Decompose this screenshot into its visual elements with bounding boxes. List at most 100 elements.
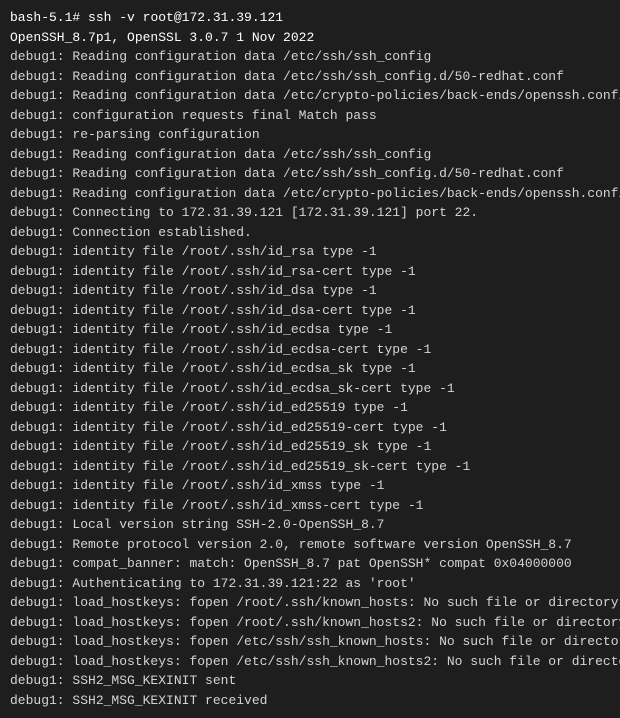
debug-prefix: debug1: bbox=[10, 225, 65, 240]
debug-prefix: debug1: bbox=[10, 576, 65, 591]
debug-line: debug1: identity file /root/.ssh/id_ecds… bbox=[10, 340, 610, 360]
debug-prefix: debug1: bbox=[10, 517, 65, 532]
debug-message: Reading configuration data /etc/crypto-p… bbox=[72, 186, 620, 201]
debug-line: debug1: identity file /root/.ssh/id_ecds… bbox=[10, 379, 610, 399]
terminal-output: bash-5.1# ssh -v root@172.31.39.121 Open… bbox=[10, 8, 610, 710]
debug-message: identity file /root/.ssh/id_dsa type -1 bbox=[72, 283, 376, 298]
debug-prefix: debug1: bbox=[10, 205, 65, 220]
debug-prefix: debug1: bbox=[10, 654, 65, 669]
debug-message: load_hostkeys: fopen /etc/ssh/ssh_known_… bbox=[72, 654, 620, 669]
debug-prefix: debug1: bbox=[10, 615, 65, 630]
debug-prefix: debug1: bbox=[10, 693, 65, 708]
debug-prefix: debug1: bbox=[10, 127, 65, 142]
debug-message: identity file /root/.ssh/id_xmss type -1 bbox=[72, 478, 384, 493]
debug-message: identity file /root/.ssh/id_dsa-cert typ… bbox=[72, 303, 415, 318]
debug-prefix: debug1: bbox=[10, 69, 65, 84]
debug-prefix: debug1: bbox=[10, 264, 65, 279]
debug-message: Reading configuration data /etc/ssh/ssh_… bbox=[72, 166, 563, 181]
debug-line: debug1: identity file /root/.ssh/id_dsa-… bbox=[10, 301, 610, 321]
debug-line: debug1: Authenticating to 172.31.39.121:… bbox=[10, 574, 610, 594]
debug-prefix: debug1: bbox=[10, 381, 65, 396]
debug-line: debug1: Reading configuration data /etc/… bbox=[10, 67, 610, 87]
debug-line: debug1: Reading configuration data /etc/… bbox=[10, 184, 610, 204]
debug-prefix: debug1: bbox=[10, 478, 65, 493]
debug-message: SSH2_MSG_KEXINIT sent bbox=[72, 673, 236, 688]
debug-message: identity file /root/.ssh/id_ecdsa type -… bbox=[72, 322, 392, 337]
debug-prefix: debug1: bbox=[10, 459, 65, 474]
debug-line: debug1: Reading configuration data /etc/… bbox=[10, 145, 610, 165]
debug-prefix: debug1: bbox=[10, 537, 65, 552]
debug-line: debug1: identity file /root/.ssh/id_ecds… bbox=[10, 359, 610, 379]
debug-message: load_hostkeys: fopen /root/.ssh/known_ho… bbox=[72, 615, 620, 630]
debug-prefix: debug1: bbox=[10, 244, 65, 259]
debug-message: load_hostkeys: fopen /root/.ssh/known_ho… bbox=[72, 595, 618, 610]
debug-line: debug1: load_hostkeys: fopen /etc/ssh/ss… bbox=[10, 652, 610, 672]
debug-message: Local version string SSH-2.0-OpenSSH_8.7 bbox=[72, 517, 384, 532]
openssh-version: OpenSSH_8.7p1, OpenSSL 3.0.7 1 Nov 2022 bbox=[10, 28, 610, 48]
debug-prefix: debug1: bbox=[10, 361, 65, 376]
debug-line: debug1: identity file /root/.ssh/id_xmss… bbox=[10, 476, 610, 496]
debug-message: SSH2_MSG_KEXINIT received bbox=[72, 693, 267, 708]
debug-prefix: debug1: bbox=[10, 556, 65, 571]
debug-message: identity file /root/.ssh/id_ed25519-cert… bbox=[72, 420, 446, 435]
debug-line: debug1: Connection established. bbox=[10, 223, 610, 243]
debug-output: debug1: Reading configuration data /etc/… bbox=[10, 47, 610, 710]
debug-message: identity file /root/.ssh/id_ecdsa-cert t… bbox=[72, 342, 431, 357]
debug-line: debug1: Remote protocol version 2.0, rem… bbox=[10, 535, 610, 555]
debug-message: Authenticating to 172.31.39.121:22 as 'r… bbox=[72, 576, 415, 591]
debug-line: debug1: identity file /root/.ssh/id_dsa … bbox=[10, 281, 610, 301]
shell-prompt: bash-5.1# bbox=[10, 10, 80, 25]
debug-line: debug1: identity file /root/.ssh/id_ed25… bbox=[10, 418, 610, 438]
debug-prefix: debug1: bbox=[10, 283, 65, 298]
debug-line: debug1: SSH2_MSG_KEXINIT received bbox=[10, 691, 610, 711]
debug-line: debug1: SSH2_MSG_KEXINIT sent bbox=[10, 671, 610, 691]
debug-prefix: debug1: bbox=[10, 88, 65, 103]
debug-prefix: debug1: bbox=[10, 400, 65, 415]
debug-message: Reading configuration data /etc/ssh/ssh_… bbox=[72, 49, 431, 64]
debug-line: debug1: identity file /root/.ssh/id_rsa … bbox=[10, 242, 610, 262]
ssh-command: ssh -v root@172.31.39.121 bbox=[88, 10, 283, 25]
debug-message: Reading configuration data /etc/ssh/ssh_… bbox=[72, 69, 563, 84]
debug-message: configuration requests final Match pass bbox=[72, 108, 376, 123]
debug-line: debug1: identity file /root/.ssh/id_ed25… bbox=[10, 437, 610, 457]
debug-message: Connecting to 172.31.39.121 [172.31.39.1… bbox=[72, 205, 478, 220]
debug-prefix: debug1: bbox=[10, 673, 65, 688]
debug-prefix: debug1: bbox=[10, 108, 65, 123]
debug-prefix: debug1: bbox=[10, 498, 65, 513]
debug-message: Connection established. bbox=[72, 225, 251, 240]
debug-line: debug1: load_hostkeys: fopen /root/.ssh/… bbox=[10, 613, 610, 633]
debug-line: debug1: Reading configuration data /etc/… bbox=[10, 86, 610, 106]
debug-line: debug1: identity file /root/.ssh/id_rsa-… bbox=[10, 262, 610, 282]
debug-message: Reading configuration data /etc/crypto-p… bbox=[72, 88, 620, 103]
debug-line: debug1: Reading configuration data /etc/… bbox=[10, 164, 610, 184]
debug-prefix: debug1: bbox=[10, 303, 65, 318]
debug-prefix: debug1: bbox=[10, 166, 65, 181]
debug-prefix: debug1: bbox=[10, 439, 65, 454]
debug-prefix: debug1: bbox=[10, 634, 65, 649]
prompt-line: bash-5.1# ssh -v root@172.31.39.121 bbox=[10, 8, 610, 28]
debug-line: debug1: Local version string SSH-2.0-Ope… bbox=[10, 515, 610, 535]
debug-message: load_hostkeys: fopen /etc/ssh/ssh_known_… bbox=[72, 634, 620, 649]
debug-message: identity file /root/.ssh/id_ed25519_sk-c… bbox=[72, 459, 470, 474]
debug-message: identity file /root/.ssh/id_ecdsa_sk typ… bbox=[72, 361, 415, 376]
debug-message: identity file /root/.ssh/id_ecdsa_sk-cer… bbox=[72, 381, 454, 396]
debug-prefix: debug1: bbox=[10, 420, 65, 435]
debug-line: debug1: compat_banner: match: OpenSSH_8.… bbox=[10, 554, 610, 574]
debug-prefix: debug1: bbox=[10, 186, 65, 201]
debug-prefix: debug1: bbox=[10, 147, 65, 162]
debug-prefix: debug1: bbox=[10, 595, 65, 610]
debug-line: debug1: load_hostkeys: fopen /root/.ssh/… bbox=[10, 593, 610, 613]
debug-message: identity file /root/.ssh/id_rsa type -1 bbox=[72, 244, 376, 259]
debug-message: identity file /root/.ssh/id_ed25519_sk t… bbox=[72, 439, 431, 454]
debug-line: debug1: identity file /root/.ssh/id_ed25… bbox=[10, 398, 610, 418]
debug-line: debug1: Connecting to 172.31.39.121 [172… bbox=[10, 203, 610, 223]
debug-message: compat_banner: match: OpenSSH_8.7 pat Op… bbox=[72, 556, 571, 571]
debug-message: re-parsing configuration bbox=[72, 127, 259, 142]
debug-message: identity file /root/.ssh/id_rsa-cert typ… bbox=[72, 264, 415, 279]
debug-line: debug1: re-parsing configuration bbox=[10, 125, 610, 145]
debug-line: debug1: Reading configuration data /etc/… bbox=[10, 47, 610, 67]
debug-prefix: debug1: bbox=[10, 322, 65, 337]
debug-message: Remote protocol version 2.0, remote soft… bbox=[72, 537, 571, 552]
debug-line: debug1: load_hostkeys: fopen /etc/ssh/ss… bbox=[10, 632, 610, 652]
debug-message: Reading configuration data /etc/ssh/ssh_… bbox=[72, 147, 431, 162]
